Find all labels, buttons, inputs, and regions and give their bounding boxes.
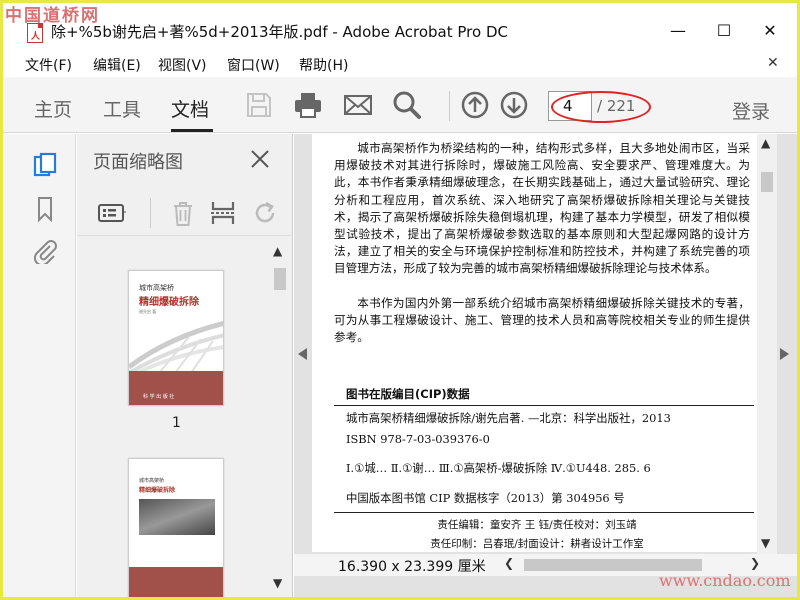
toolbar-separator — [449, 91, 450, 121]
close-icon[interactable] — [249, 148, 271, 170]
page-thumbnail-1[interactable]: 城市高架桥 精细爆破拆除 谢先启 著 科 学 出 版 社 — [128, 270, 224, 406]
credits-editors: 责任编辑：童安齐 王 钰/责任校对：刘玉靖 — [437, 519, 637, 531]
page-dimensions: 16.390 x 23.399 厘米 — [338, 559, 486, 575]
menu-file[interactable]: 文件(F) — [25, 55, 72, 75]
search-icon[interactable] — [391, 89, 423, 121]
thumb2-cover-line2: 精细爆破拆除 — [139, 487, 176, 494]
thumb-cover-author: 谢先启 著 — [139, 309, 157, 314]
email-icon[interactable] — [342, 89, 374, 121]
acrobat-window: 人 除+%5b谢先启+著%5d+2013年版.pdf - Adobe Acrob… — [3, 3, 797, 597]
document-view: 城市高架桥作为桥梁结构的一种，结构形式多样，且大多地处闹市区，当采用爆破技术对其… — [294, 134, 797, 597]
next-page-icon[interactable] — [498, 89, 530, 121]
document-vertical-scrollbar[interactable]: ▲ ▼ — [757, 134, 777, 554]
cover-band — [129, 567, 223, 597]
scrollbar-thumb[interactable] — [274, 268, 286, 290]
h-scrollbar-thumb[interactable] — [524, 559, 702, 571]
options-menu-icon[interactable] — [97, 198, 127, 228]
maximize-button[interactable]: ☐ — [701, 15, 747, 47]
navigation-pane — [3, 134, 76, 597]
pdf-file-icon: 人 — [27, 23, 43, 43]
menu-help[interactable]: 帮助(H) — [299, 55, 348, 75]
cip-classification-line: Ⅰ.①城… Ⅱ.①谢… Ⅲ.①高架桥-爆破拆除 Ⅳ.①U448. 285. 6 — [346, 461, 651, 475]
menu-bar: 文件(F) 编辑(E) 视图(V) 窗口(W) 帮助(H) ✕ — [3, 51, 797, 77]
tab-tools[interactable]: 工具 — [103, 95, 141, 122]
expand-right-icon[interactable] — [780, 348, 790, 360]
tab-home[interactable]: 主页 — [34, 95, 72, 122]
page-thumbnail-2[interactable]: 城市高架桥 精细爆破拆除 — [128, 458, 224, 597]
scroll-left-icon[interactable]: ❮ — [504, 556, 514, 570]
close-button[interactable]: ✕ — [747, 15, 793, 47]
login-button[interactable]: 登录 — [732, 97, 770, 124]
cip-record-line: 城市高架桥精细爆破拆除/谢先启著. —北京：科学出版社，2013 — [346, 411, 671, 425]
active-tab-indicator — [171, 129, 213, 132]
menu-window[interactable]: 窗口(W) — [227, 55, 280, 75]
collapse-left-icon[interactable] — [298, 348, 308, 360]
scroll-right-icon[interactable]: ❯ — [750, 556, 760, 570]
cover-graphic — [129, 320, 223, 373]
menu-edit[interactable]: 编辑(E) — [93, 55, 141, 75]
minimize-button[interactable]: — — [655, 15, 701, 47]
extract-pages-icon[interactable] — [208, 198, 238, 228]
cip-isbn-line: ISBN 978-7-03-039376-0 — [346, 432, 490, 446]
doc-scroll-up-icon[interactable]: ▲ — [761, 136, 770, 150]
thumbnail-page-label: 1 — [172, 415, 181, 431]
bookmark-icon[interactable] — [33, 196, 57, 222]
cover-band — [129, 371, 223, 405]
thumb-cover-line2: 精细爆破拆除 — [139, 297, 199, 308]
panel-title: 页面缩略图 — [93, 152, 183, 173]
save-icon[interactable] — [243, 89, 275, 121]
close-document-icon[interactable]: ✕ — [767, 55, 779, 71]
credits-production: 责任印制：吕春珉/封面设计：耕者设计工作室 — [430, 538, 644, 550]
red-highlight-circle — [551, 91, 651, 123]
cover-photo — [139, 499, 215, 535]
attachment-icon[interactable] — [33, 238, 57, 264]
thumb2-cover-line1: 城市高架桥 — [139, 478, 165, 484]
print-icon[interactable] — [292, 89, 324, 121]
pdf-page: 城市高架桥作为桥梁结构的一种，结构形式多样，且大多地处闹市区，当采用爆破技术对其… — [312, 134, 762, 552]
cip-bottom-rule — [334, 512, 754, 513]
tools-separator — [150, 198, 151, 228]
body-paragraph-2: 本书作为国内外第一部系统介绍城市高架桥精细爆破拆除关键技术的专著，可为从事工程爆… — [334, 296, 750, 345]
page-thumbnails-panel: 页面缩略图 城市高架桥 精细爆破拆除 谢先启 著 科 学 出 版 社 1 城市高… — [77, 134, 293, 597]
panel-toolbar — [77, 192, 293, 236]
toolbar: 主页 工具 文档 4 / 221 登录 — [3, 77, 797, 133]
doc-scrollbar-thumb[interactable] — [761, 172, 773, 192]
thumb-cover-publisher: 科 学 出 版 社 — [143, 394, 175, 400]
previous-page-icon[interactable] — [459, 89, 491, 121]
watermark-logo-text: 中国道桥网 — [5, 6, 100, 26]
scroll-up-icon[interactable]: ▲ — [273, 244, 282, 258]
window-title: 除+%5b谢先启+著%5d+2013年版.pdf - Adobe Acrobat… — [51, 23, 508, 41]
scroll-down-icon[interactable]: ▼ — [273, 576, 282, 590]
title-bar: 人 除+%5b谢先启+著%5d+2013年版.pdf - Adobe Acrob… — [3, 3, 797, 51]
thumbnails-scrollbar[interactable]: ▲ ▼ — [269, 244, 291, 596]
menu-view[interactable]: 视图(V) — [158, 55, 207, 75]
thumb-cover-line1: 城市高架桥 — [139, 284, 174, 292]
cip-top-rule — [334, 405, 754, 406]
watermark-url: www.cndao.com — [659, 571, 791, 590]
cip-number-line: 中国版本图书馆 CIP 数据核字（2013）第 304956 号 — [346, 491, 625, 505]
page-thumbnails-icon[interactable] — [33, 152, 57, 178]
cip-heading: 图书在版编目(CIP)数据 — [346, 387, 470, 401]
body-paragraph-1: 城市高架桥作为桥梁结构的一种，结构形式多样，且大多地处闹市区，当采用爆破技术对其… — [334, 141, 750, 276]
doc-scroll-down-icon[interactable]: ▼ — [761, 536, 770, 550]
tab-document[interactable]: 文档 — [171, 95, 209, 122]
trash-icon[interactable] — [168, 198, 198, 228]
rotate-icon[interactable] — [250, 198, 280, 228]
document-horizontal-scrollbar[interactable]: ❮ ❯ — [504, 556, 762, 572]
